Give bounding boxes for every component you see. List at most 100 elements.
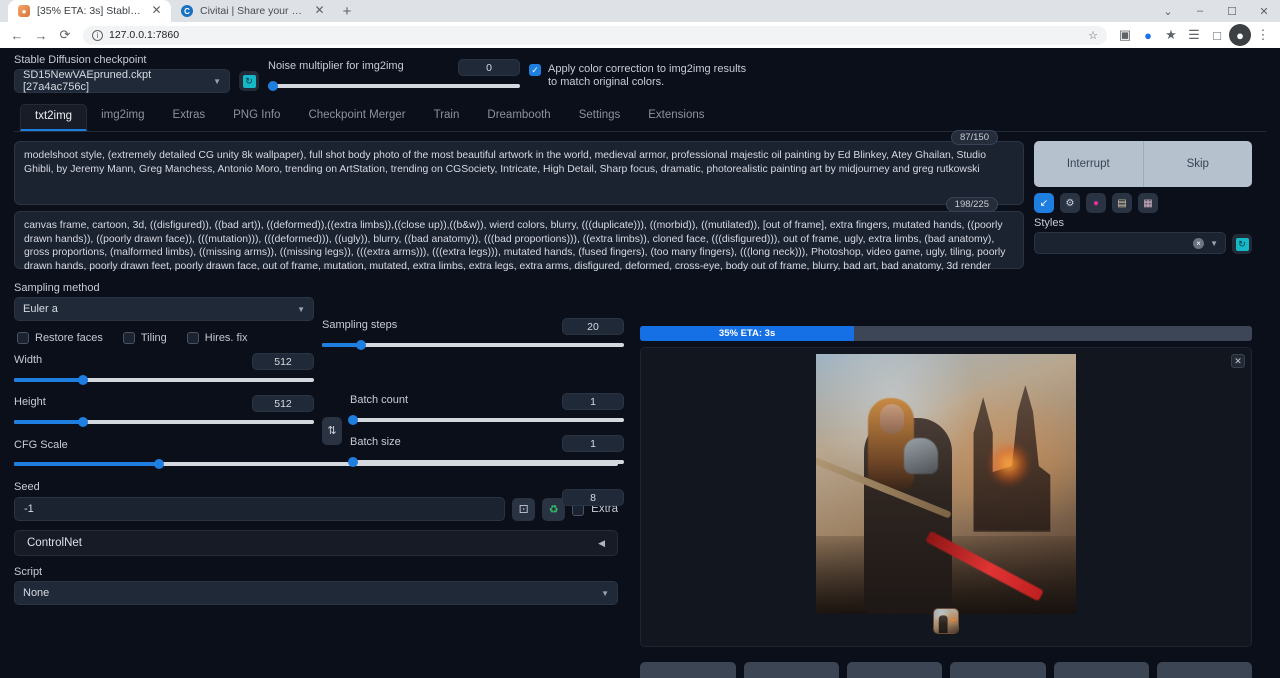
maximize-icon[interactable]: ☐ — [1216, 0, 1248, 22]
bookmark-star-icon[interactable]: ☆ — [1088, 29, 1098, 42]
width-slider[interactable] — [14, 374, 314, 386]
browser-tab-2-close-icon[interactable]: ✕ — [313, 5, 326, 18]
minimize-icon[interactable]: – — [1184, 0, 1216, 22]
generated-image[interactable] — [816, 354, 1076, 614]
styles-clear-icon[interactable]: × — [1193, 238, 1204, 249]
controlnet-accordion[interactable]: ControlNet ◀ — [14, 530, 618, 556]
media-icon[interactable]: ▣ — [1114, 24, 1136, 46]
refresh-styles-button[interactable]: ↻ — [1232, 234, 1252, 254]
styles-dropdown[interactable]: × ▼ — [1034, 232, 1226, 254]
send-to-img2img-button[interactable]: Send to img2img — [950, 662, 1045, 678]
open-folder-button[interactable]: 📁 — [640, 662, 736, 678]
browser-tab-2[interactable]: C Civitai | Share your models ✕ — [171, 0, 334, 22]
skip-button[interactable]: Skip — [1144, 141, 1253, 187]
checkpoint-dropdown[interactable]: SD15NewVAEpruned.ckpt [27a4ac756c] ▼ — [14, 69, 230, 93]
batch-count-slider[interactable] — [350, 414, 624, 426]
height-input[interactable]: 512 — [252, 395, 314, 412]
back-icon[interactable]: ← — [6, 24, 28, 46]
tab-train[interactable]: Train — [420, 104, 474, 131]
noise-multiplier-input[interactable]: 0 — [458, 59, 520, 76]
slider-thumb[interactable] — [268, 81, 278, 91]
thumbnail-art — [934, 609, 959, 634]
browser-tab-1[interactable]: ● [35% ETA: 3s] Stable Diffusion ✕ — [8, 0, 171, 22]
slider-thumb[interactable] — [348, 457, 358, 467]
sampling-method-label: Sampling method — [14, 282, 314, 294]
reload-icon[interactable]: ⟳ — [54, 24, 76, 46]
close-icon[interactable]: ✕ — [1248, 0, 1280, 22]
arrow-down-left-icon[interactable]: ↙ — [1034, 193, 1054, 213]
extension-icon[interactable]: ★ — [1160, 24, 1182, 46]
prompt-area: 87/150 modelshoot style, (extremely deta… — [14, 141, 1024, 269]
browser-tab-1-close-icon[interactable]: ✕ — [150, 5, 163, 18]
tab-img2img[interactable]: img2img — [87, 104, 158, 131]
sampling-steps-label: Sampling steps — [322, 319, 397, 331]
civitai-favicon-icon: C — [181, 5, 193, 17]
interrupt-button[interactable]: Interrupt — [1034, 141, 1144, 187]
styles-row: × ▼ ↻ — [1034, 232, 1252, 254]
sync-icon[interactable]: ● — [1137, 24, 1159, 46]
slider-thumb[interactable] — [356, 340, 366, 350]
address-bar[interactable]: i 127.0.0.1:7860 ☆ — [83, 26, 1107, 45]
tab-extras[interactable]: Extras — [159, 104, 220, 131]
palette-icon[interactable]: ● — [1086, 193, 1106, 213]
playlist-icon[interactable]: ☰ — [1183, 24, 1205, 46]
zip-button[interactable]: Zip — [847, 662, 942, 678]
sampling-method-dropdown[interactable]: Euler a ▼ — [14, 297, 314, 321]
slider-thumb[interactable] — [348, 415, 358, 425]
tiling-toggle[interactable]: Tiling — [123, 331, 167, 344]
hires-fix-checkbox[interactable] — [187, 332, 199, 344]
result-thumbnail[interactable] — [933, 608, 959, 634]
tab-png-info[interactable]: PNG Info — [219, 104, 294, 131]
save-button[interactable]: Save — [744, 662, 839, 678]
width-group: Width 512 Height 512 — [14, 353, 314, 428]
swap-dimensions-button[interactable]: ⇅ — [322, 417, 342, 445]
tiling-checkbox[interactable] — [123, 332, 135, 344]
sidepanel-icon[interactable]: □ — [1206, 24, 1228, 46]
slider-thumb[interactable] — [78, 417, 88, 427]
width-input[interactable]: 512 — [252, 353, 314, 370]
tab-extensions[interactable]: Extensions — [634, 104, 718, 131]
tab-txt2img[interactable]: txt2img — [20, 104, 87, 131]
color-correction-group[interactable]: ✓ Apply color correction to img2img resu… — [529, 63, 754, 91]
batch-size-slider[interactable] — [350, 456, 624, 468]
site-info-icon[interactable]: i — [92, 30, 103, 41]
trash-icon[interactable]: ⚙ — [1060, 193, 1080, 213]
color-correction-checkbox[interactable]: ✓ — [529, 64, 541, 76]
script-dropdown[interactable]: None ▼ — [14, 581, 618, 605]
browser-menu-icon[interactable]: ⋮ — [1252, 24, 1274, 46]
hires-fix-toggle[interactable]: Hires. fix — [187, 331, 248, 344]
restore-faces-checkbox[interactable] — [17, 332, 29, 344]
refresh-checkpoints-button[interactable]: ↻ — [239, 71, 259, 91]
slider-thumb[interactable] — [78, 375, 88, 385]
negative-prompt-input[interactable]: canvas frame, cartoon, 3d, ((disfigured)… — [14, 211, 1024, 269]
height-slider[interactable] — [14, 416, 314, 428]
main-tabs: txt2img img2img Extras PNG Info Checkpoi… — [14, 104, 1266, 132]
new-tab-button[interactable]: + — [334, 0, 360, 22]
tab-checkpoint-merger[interactable]: Checkpoint Merger — [294, 104, 419, 131]
send-to-inpaint-button[interactable]: Send to inpaint — [1054, 662, 1149, 678]
tab-settings[interactable]: Settings — [565, 104, 635, 131]
chevron-down-icon: ▼ — [1210, 239, 1218, 248]
slider-thumb[interactable] — [154, 459, 164, 469]
generate-button-bar: Interrupt Skip — [1034, 141, 1252, 187]
profile-icon[interactable]: ● — [1229, 24, 1251, 46]
sampling-steps-slider[interactable] — [322, 339, 624, 351]
slider-fill — [14, 462, 159, 466]
cfg-scale-input[interactable]: 8 — [562, 489, 624, 506]
sampling-steps-input[interactable]: 20 — [562, 318, 624, 335]
positive-prompt-input[interactable]: modelshoot style, (extremely detailed CG… — [14, 141, 1024, 205]
close-image-icon[interactable]: ✕ — [1231, 354, 1245, 368]
thumb-figure — [939, 615, 948, 634]
send-to-extras-button[interactable]: Send to extras — [1157, 662, 1252, 678]
progress-text: 35% ETA: 3s — [640, 328, 854, 339]
batch-size-input[interactable]: 1 — [562, 435, 624, 452]
forward-icon[interactable]: → — [30, 24, 52, 46]
save-style-icon[interactable]: ▦ — [1138, 193, 1158, 213]
restore-faces-label: Restore faces — [35, 332, 103, 344]
restore-faces-toggle[interactable]: Restore faces — [17, 331, 103, 344]
chevron-down-icon[interactable]: ⌄ — [1152, 0, 1184, 22]
batch-count-input[interactable]: 1 — [562, 393, 624, 410]
clipboard-icon[interactable]: ▤ — [1112, 193, 1132, 213]
tab-dreambooth[interactable]: Dreambooth — [473, 104, 564, 131]
noise-multiplier-slider[interactable] — [268, 80, 520, 92]
